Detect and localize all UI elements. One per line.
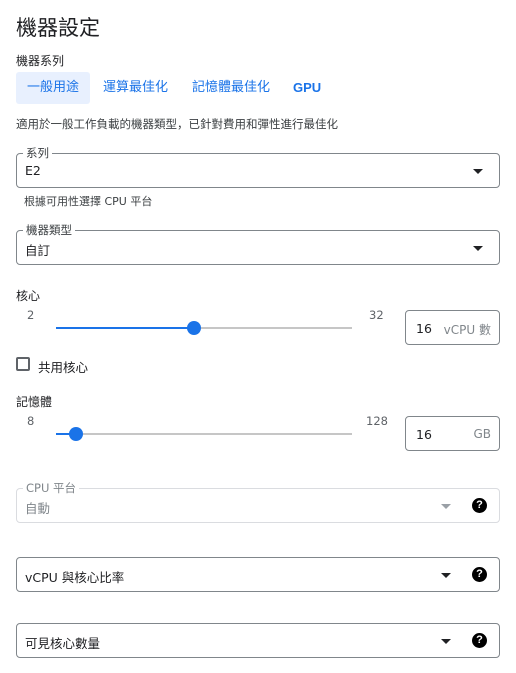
memory-input-value: 16 <box>416 427 432 442</box>
cores-input-unit: vCPU 數 <box>443 323 491 337</box>
tab-compute-optimized[interactable]: 運算最佳化 <box>92 72 179 104</box>
machine-type-label: 機器類型 <box>23 222 75 238</box>
help-icon[interactable]: ? <box>472 498 487 513</box>
series-select[interactable]: 系列 E2 <box>16 145 500 188</box>
cores-input-value: 16 <box>416 321 432 336</box>
memory-slider-thumb[interactable] <box>68 427 83 441</box>
visible-cores-label: 可見核心數量 <box>25 636 101 651</box>
dropdown-arrow-icon <box>441 504 451 509</box>
machine-type-value: 自訂 <box>25 243 51 258</box>
series-label: 系列 <box>23 145 52 161</box>
cores-slider-thumb[interactable] <box>187 321 202 335</box>
shared-core-checkbox[interactable] <box>16 357 30 371</box>
vcpu-ratio-select[interactable]: vCPU 與核心比率 ? <box>16 557 500 592</box>
shared-core-label: 共用核心 <box>38 360 89 375</box>
cpu-platform-label: CPU 平台 <box>23 480 80 496</box>
dropdown-arrow-icon <box>473 246 483 251</box>
machine-family-description: 適用於一般工作負載的機器類型，已針對費用和彈性進行最佳化 <box>16 117 338 131</box>
machine-type-select[interactable]: 機器類型 自訂 <box>16 222 500 265</box>
memory-slider-track[interactable] <box>56 433 352 435</box>
tab-general-purpose[interactable]: 一般用途 <box>16 72 90 104</box>
page-title: 機器設定 <box>16 16 100 40</box>
dropdown-arrow-icon <box>441 573 451 578</box>
help-icon[interactable]: ? <box>472 633 487 648</box>
cpu-platform-value: 自動 <box>25 501 51 516</box>
memory-min-label: 8 <box>27 414 35 428</box>
memory-label: 記憶體 <box>16 395 53 409</box>
cores-min-label: 2 <box>27 308 35 322</box>
series-help-text: 根據可用性選擇 CPU 平台 <box>24 195 153 208</box>
memory-max-label: 128 <box>366 414 388 428</box>
visible-cores-select[interactable]: 可見核心數量 ? <box>16 623 500 658</box>
cpu-platform-select: CPU 平台 自動 ? <box>16 480 500 523</box>
cores-label: 核心 <box>16 289 41 303</box>
memory-input-unit: GB <box>473 427 491 441</box>
machine-family-label: 機器系列 <box>16 54 65 68</box>
cores-max-label: 32 <box>369 308 384 322</box>
vcpu-ratio-label: vCPU 與核心比率 <box>25 570 125 585</box>
tab-memory-optimized[interactable]: 記憶體最佳化 <box>181 72 281 104</box>
series-value: E2 <box>25 163 41 178</box>
tab-gpu[interactable]: GPU <box>282 72 332 104</box>
cores-slider-fill <box>56 327 195 329</box>
dropdown-arrow-icon <box>473 169 483 174</box>
memory-input[interactable]: 16 GB <box>405 416 500 451</box>
cores-input[interactable]: 16 vCPU 數 <box>405 310 500 345</box>
help-icon[interactable]: ? <box>472 567 487 582</box>
dropdown-arrow-icon <box>441 639 451 644</box>
